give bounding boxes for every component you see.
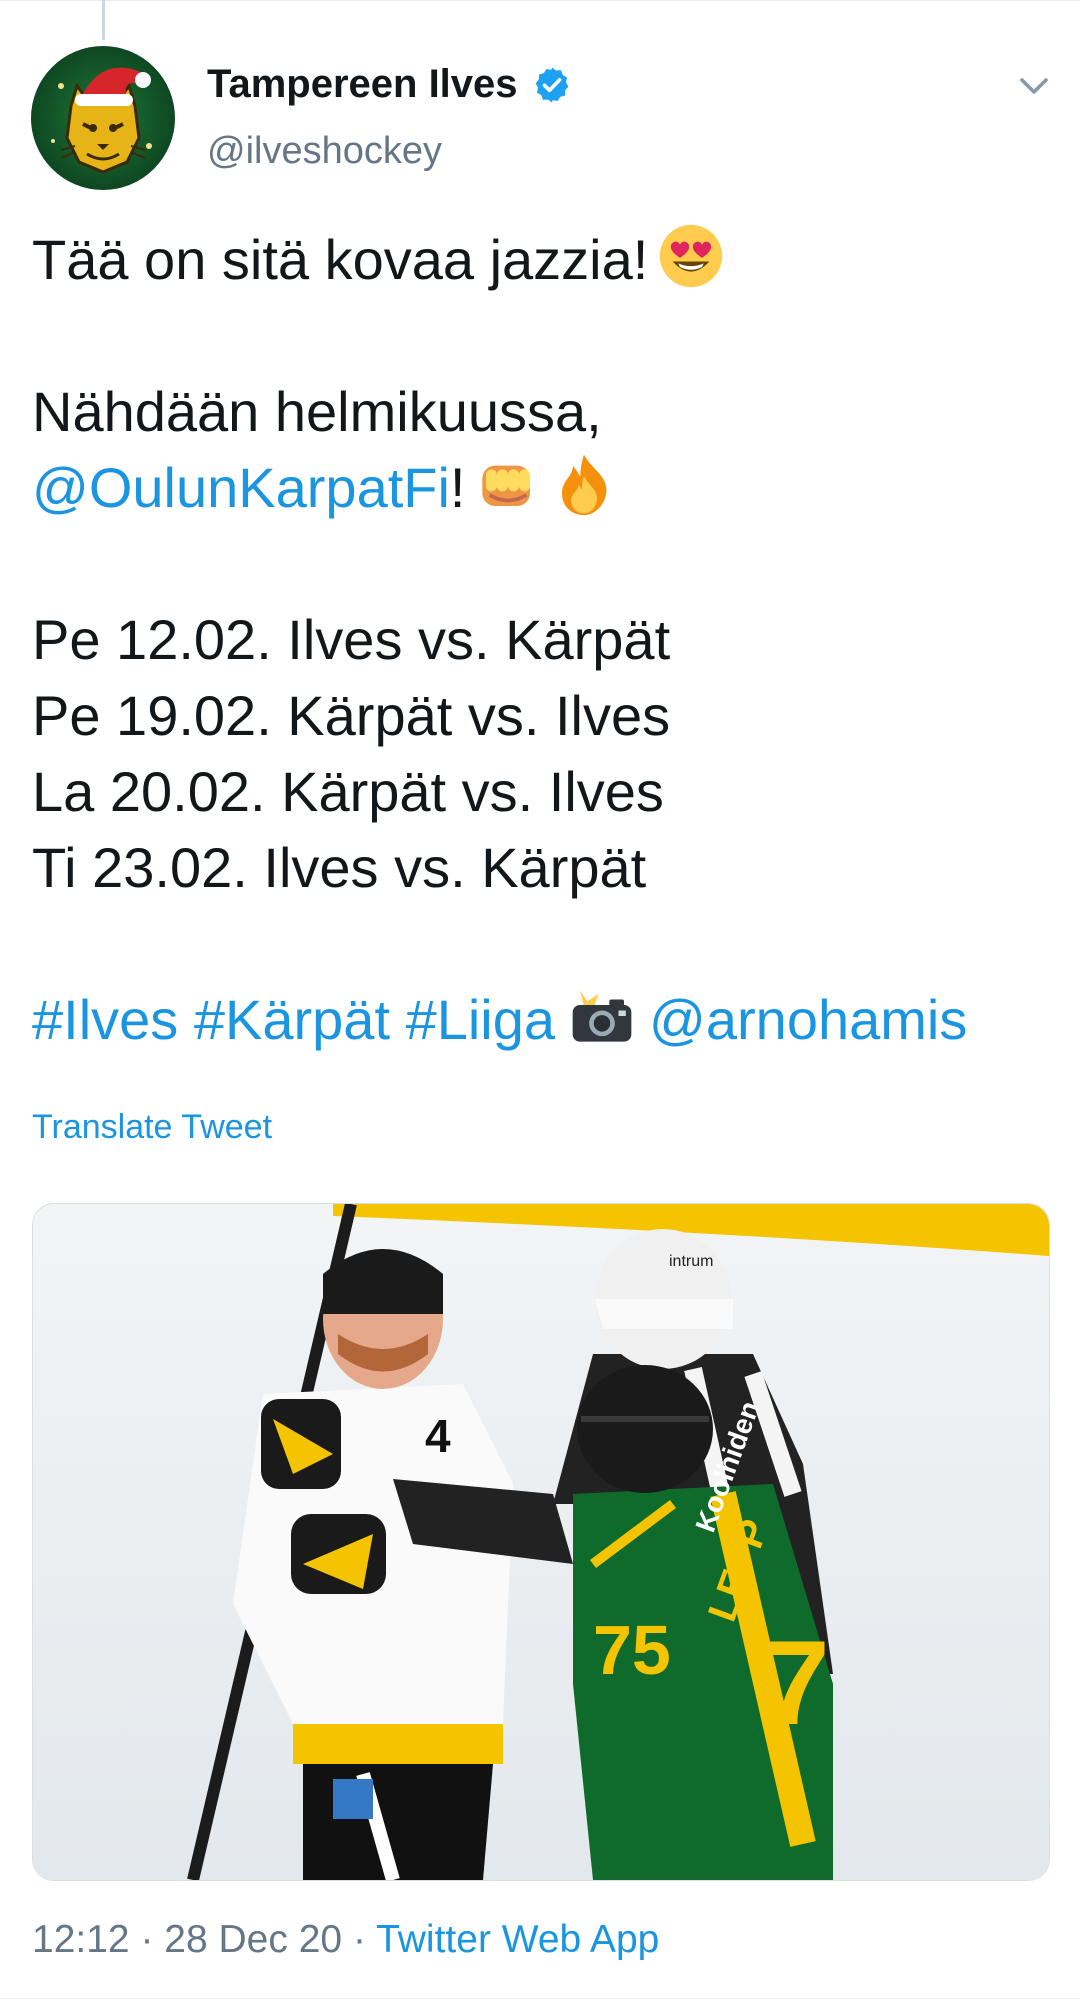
chevron-down-icon[interactable]	[1016, 68, 1052, 104]
tweet-photo[interactable]: 4 75 7 LEPP Koolhiden intrum	[32, 1203, 1050, 1881]
jersey-number: 75	[593, 1611, 671, 1689]
schedule-line-2: Pe 19.02. Kärpät vs. Ilves	[32, 684, 671, 747]
tweet-line-2: Nähdään helmikuussa,	[32, 380, 602, 443]
oncoming-fist-emoji-icon	[482, 465, 531, 506]
helmet-brand-text: intrum	[669, 1253, 713, 1270]
tweet-line-3: @OulunKarpatFi!	[32, 450, 1062, 526]
lynx-avatar-icon	[31, 46, 175, 190]
tweet-source-link[interactable]: Twitter Web App	[376, 1918, 659, 1961]
author-avatar[interactable]	[31, 46, 175, 190]
mention-oulunkarpatfi[interactable]: @OulunKarpatFi	[32, 456, 450, 519]
author-handle[interactable]: @ilveshockey	[207, 130, 442, 173]
schedule-line-3: La 20.02. Kärpät vs. Ilves	[32, 760, 664, 823]
tweet-time[interactable]: 12:12	[32, 1918, 130, 1961]
hockey-photo-illustration: 4 75 7 LEPP Koolhiden intrum	[33, 1204, 1049, 1880]
tweet-line-1-text: Tää on sitä kovaa jazzia!	[32, 228, 649, 291]
tweet-date[interactable]: 28 Dec 20	[164, 1918, 342, 1961]
camera-with-flash-emoji-icon	[572, 990, 632, 1042]
verified-badge-icon	[535, 67, 568, 102]
heart-eyes-emoji-icon	[660, 224, 723, 288]
thread-connector-line	[102, 0, 105, 40]
hashtag-ilves[interactable]: #Ilves	[32, 988, 178, 1051]
svg-text:7: 7	[763, 1616, 830, 1750]
mention-arnohamis[interactable]: @arnohamis	[649, 988, 967, 1051]
schedule-line-1: Pe 12.02. Ilves vs. Kärpät	[32, 608, 671, 671]
svg-text:4: 4	[425, 1410, 451, 1462]
author-name-row[interactable]: Tampereen Ilves	[207, 62, 572, 107]
tweet-line-1: Tää on sitä kovaa jazzia!	[32, 222, 1062, 298]
schedule-line-4: Ti 23.02. Ilves vs. Kärpät	[32, 836, 647, 899]
meta-separator: ·	[352, 1918, 366, 1961]
top-border	[0, 0, 1080, 1]
tweet-text: Tää on sitä kovaa jazzia! Nähdään helmik…	[32, 222, 1062, 1058]
translate-tweet-link[interactable]: Translate Tweet	[32, 1108, 272, 1147]
tweet-meta: 12:12 · 28 Dec 20 · Twitter Web App	[32, 1918, 659, 1962]
bottom-border	[0, 1998, 1080, 1999]
mention-suffix: !	[449, 456, 466, 519]
hashtag-liiga[interactable]: #Liiga	[406, 988, 555, 1051]
hashtag-karpat[interactable]: #Kärpät	[194, 988, 390, 1051]
fire-emoji-icon	[562, 454, 607, 516]
author-name: Tampereen Ilves	[207, 62, 518, 106]
tweet-hashtag-line: #Ilves #Kärpät #Liiga @arnohamis	[32, 982, 1062, 1058]
meta-separator: ·	[140, 1918, 154, 1961]
